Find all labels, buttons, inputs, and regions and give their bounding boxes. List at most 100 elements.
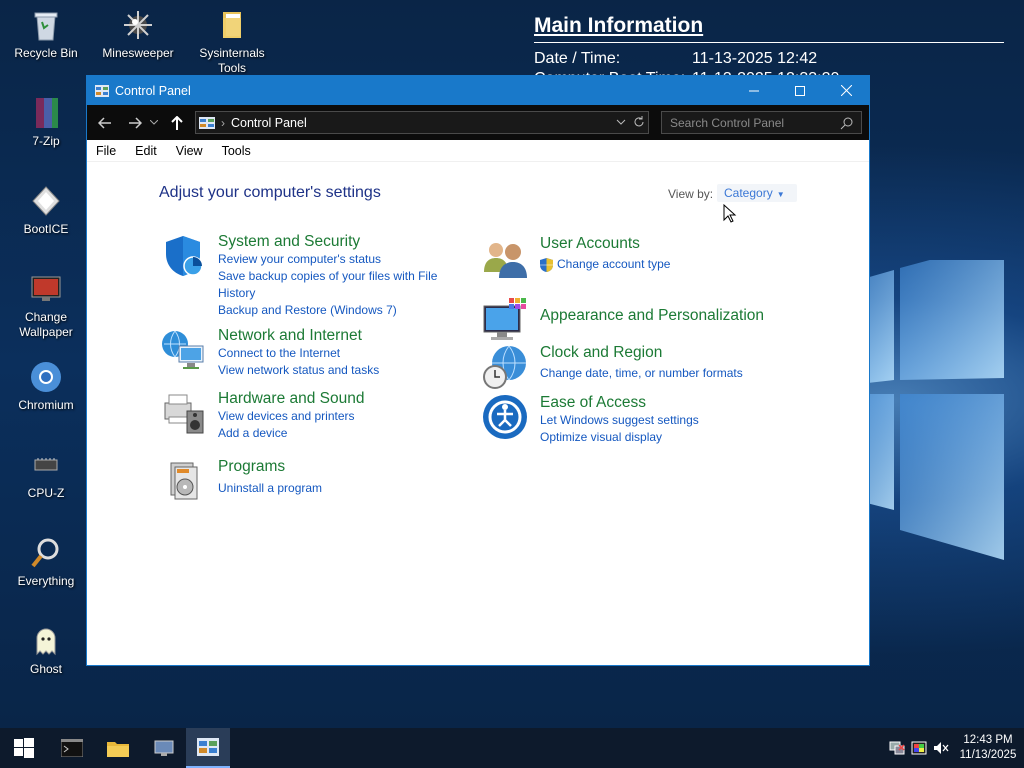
menu-file[interactable]: File bbox=[87, 144, 126, 158]
search-input[interactable]: Search Control Panel bbox=[661, 111, 862, 134]
link-devices-printers[interactable]: View devices and printers bbox=[218, 408, 365, 425]
minimize-button[interactable] bbox=[731, 76, 777, 105]
link-connect-internet[interactable]: Connect to the Internet bbox=[218, 345, 379, 362]
network-icon bbox=[162, 330, 204, 369]
color-tray-icon[interactable] bbox=[908, 728, 930, 768]
recent-locations-button[interactable] bbox=[147, 111, 161, 135]
desktop-icon-ghost[interactable]: Ghost bbox=[6, 624, 86, 677]
info-key: Date / Time: bbox=[534, 50, 621, 67]
info-title: Main Information bbox=[534, 14, 704, 37]
desktop-icon-label: Minesweeper bbox=[102, 46, 174, 60]
desktop-icon-chromium[interactable]: Chromium bbox=[6, 360, 86, 413]
desktop-icon-bootice[interactable]: BootICE bbox=[6, 184, 86, 237]
category-title[interactable]: Clock and Region bbox=[540, 343, 743, 362]
address-tools bbox=[616, 114, 646, 130]
category-title[interactable]: Ease of Access bbox=[540, 393, 699, 412]
window-titlebar[interactable]: Control Panel bbox=[87, 76, 869, 105]
7zip-icon bbox=[29, 96, 63, 130]
taskbar-terminal[interactable] bbox=[50, 728, 94, 768]
search-icon[interactable] bbox=[840, 116, 854, 130]
forward-button[interactable] bbox=[123, 111, 147, 135]
desktop-icon-label: Recycle Bin bbox=[14, 46, 78, 60]
desktop-icon-label: BootICE bbox=[23, 222, 69, 236]
category-title[interactable]: Programs bbox=[218, 457, 322, 476]
appearance-icon bbox=[483, 298, 526, 340]
window-title: Control Panel bbox=[115, 83, 191, 98]
link-review-status[interactable]: Review your computer's status bbox=[218, 251, 448, 268]
close-icon bbox=[840, 85, 852, 96]
address-toolbar: › Control Panel Search Control Panel bbox=[87, 105, 869, 140]
ghost-icon bbox=[29, 624, 63, 658]
category-title[interactable]: Hardware and Sound bbox=[218, 389, 365, 408]
desktop-icon-change-wallpaper[interactable]: Change Wallpaper bbox=[6, 272, 86, 340]
network-app-icon bbox=[154, 740, 174, 756]
menu-view[interactable]: View bbox=[167, 144, 213, 158]
link-windows-suggest[interactable]: Let Windows suggest settings bbox=[540, 412, 699, 429]
desktop-icon-minesweeper[interactable]: Minesweeper bbox=[98, 8, 178, 61]
category-network-internet: Network and Internet Connect to the Inte… bbox=[159, 326, 379, 379]
desktop-icon-label: Change Wallpaper bbox=[19, 310, 73, 339]
link-network-status[interactable]: View network status and tasks bbox=[218, 362, 379, 379]
menu-edit[interactable]: Edit bbox=[126, 144, 167, 158]
link-uninstall-program[interactable]: Uninstall a program bbox=[218, 480, 322, 497]
clock-date: 11/13/2025 bbox=[959, 749, 1017, 761]
forward-arrow-icon bbox=[129, 116, 142, 129]
taskbar-network-app[interactable] bbox=[142, 728, 186, 768]
desktop-icon-label: Sysinternals Tools bbox=[199, 46, 265, 75]
menu-bar: File Edit View Tools bbox=[87, 140, 869, 162]
address-bar[interactable]: › Control Panel bbox=[195, 111, 649, 134]
chevron-down-icon: ▼ bbox=[776, 190, 785, 199]
view-by-label: View by: bbox=[668, 187, 714, 201]
close-button[interactable] bbox=[823, 76, 869, 105]
desktop-icon-cpu-z[interactable]: CPU-Z bbox=[6, 448, 86, 501]
control-panel-icon bbox=[199, 116, 215, 129]
category-title[interactable]: Network and Internet bbox=[218, 326, 379, 345]
hardware-sound-icon bbox=[164, 394, 204, 434]
link-file-history[interactable]: Save backup copies of your files with Fi… bbox=[218, 268, 448, 302]
folder-icon bbox=[215, 8, 249, 42]
refresh-icon[interactable] bbox=[632, 114, 646, 130]
ease-of-access-icon bbox=[483, 395, 527, 439]
windows-start-icon bbox=[14, 738, 34, 758]
link-add-device[interactable]: Add a device bbox=[218, 425, 365, 442]
up-arrow-icon bbox=[171, 115, 183, 130]
category-system-security: System and Security Review your computer… bbox=[159, 232, 448, 319]
window-controls bbox=[731, 76, 869, 105]
up-button[interactable] bbox=[165, 111, 189, 135]
category-title[interactable]: User Accounts bbox=[540, 234, 670, 253]
control-panel-icon bbox=[95, 84, 109, 97]
desktop-icon-recycle-bin[interactable]: Recycle Bin bbox=[6, 8, 86, 61]
desktop-icon-label: Everything bbox=[17, 574, 75, 588]
desktop-icon-everything[interactable]: Everything bbox=[6, 536, 86, 589]
breadcrumb-control-panel[interactable]: Control Panel bbox=[231, 116, 307, 130]
system-tray: 12:43 PM 11/13/2025 bbox=[886, 728, 1024, 768]
info-value: 11-13-2025 12:42 bbox=[692, 50, 818, 67]
back-button[interactable] bbox=[93, 111, 117, 135]
maximize-button[interactable] bbox=[777, 76, 823, 105]
taskbar-clock[interactable]: 12:43 PM 11/13/2025 bbox=[952, 733, 1024, 763]
bootice-icon bbox=[29, 184, 63, 218]
mouse-cursor-icon bbox=[723, 204, 737, 223]
start-button[interactable] bbox=[2, 728, 46, 768]
network-tray-icon[interactable] bbox=[886, 728, 908, 768]
control-panel-window: Control Panel › Control Panel Search Con… bbox=[86, 75, 870, 666]
category-title[interactable]: Appearance and Personalization bbox=[540, 306, 764, 325]
info-divider bbox=[534, 42, 1004, 43]
chevron-down-icon[interactable] bbox=[616, 114, 626, 130]
taskbar-file-explorer[interactable] bbox=[96, 728, 140, 768]
clock-region-icon bbox=[483, 345, 526, 389]
view-by-dropdown[interactable]: Category ▼ bbox=[717, 184, 797, 202]
link-optimize-display[interactable]: Optimize visual display bbox=[540, 429, 699, 446]
link-backup-restore[interactable]: Backup and Restore (Windows 7) bbox=[218, 302, 448, 319]
menu-tools[interactable]: Tools bbox=[213, 144, 261, 158]
desktop-icon-sysinternals[interactable]: Sysinternals Tools bbox=[192, 8, 272, 76]
category-clock-region: Clock and Region Change date, time, or n… bbox=[481, 343, 743, 391]
category-title[interactable]: System and Security bbox=[218, 232, 448, 251]
taskbar-control-panel[interactable] bbox=[186, 728, 230, 768]
link-date-time-formats[interactable]: Change date, time, or number formats bbox=[540, 365, 743, 382]
search-placeholder: Search Control Panel bbox=[670, 115, 785, 130]
volume-muted-icon[interactable] bbox=[930, 728, 952, 768]
desktop-icon-7zip[interactable]: 7-Zip bbox=[6, 96, 86, 149]
link-change-account-type[interactable]: Change account type bbox=[540, 256, 670, 273]
minimize-icon bbox=[749, 90, 759, 91]
